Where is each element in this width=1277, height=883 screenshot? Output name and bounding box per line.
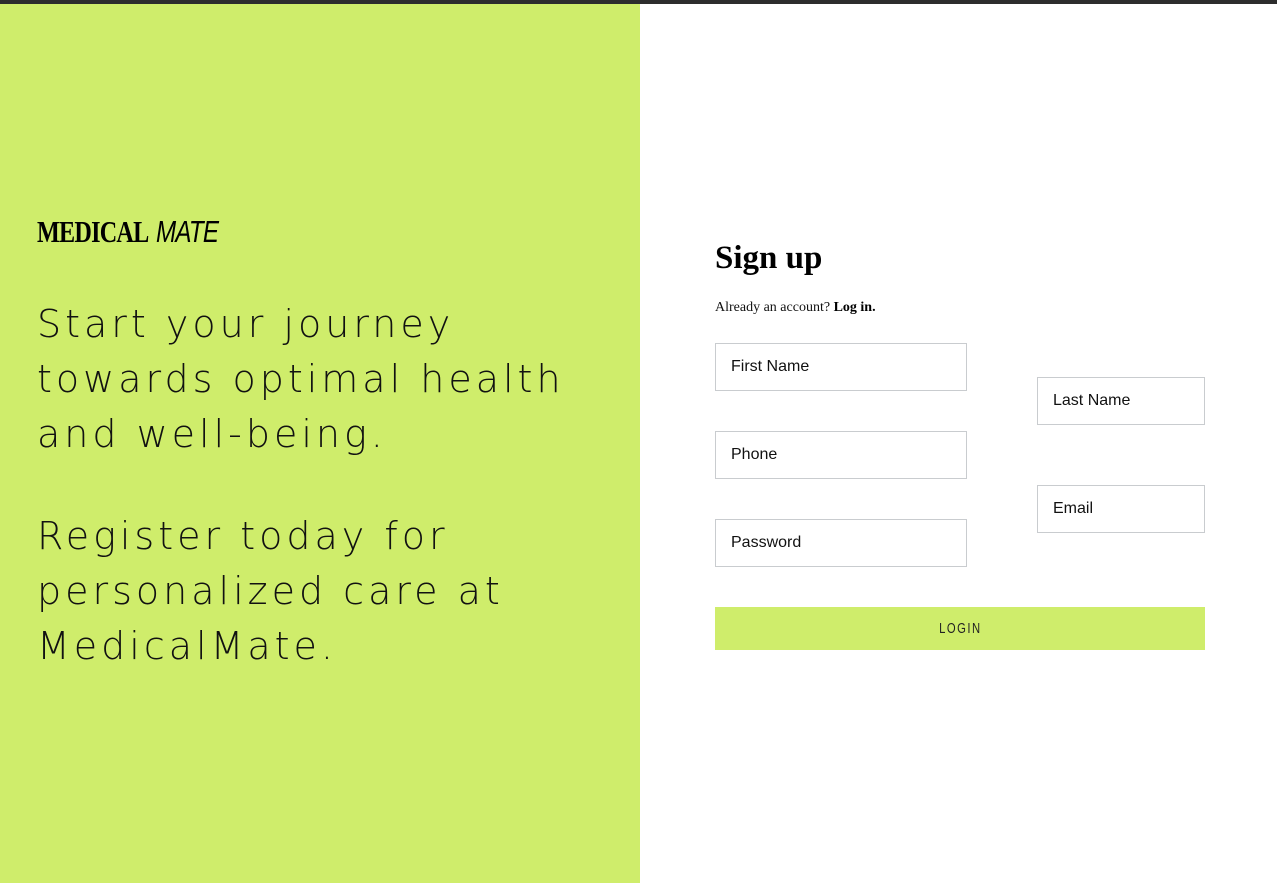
phone-input[interactable] — [715, 431, 967, 479]
account-prompt-text: Already an account? — [715, 300, 831, 315]
hero-panel: MEDICAL MATE Start your journey towards o… — [0, 4, 640, 883]
brand-logo-light: MATE — [155, 214, 219, 249]
hero-tagline: Start your journey towards optimal healt… — [37, 302, 565, 456]
first-name-input[interactable] — [715, 343, 967, 391]
email-input[interactable] — [1037, 485, 1205, 533]
account-prompt: Already an account? Log in. — [715, 298, 876, 318]
last-name-input[interactable] — [1037, 377, 1205, 425]
password-input[interactable] — [715, 519, 967, 567]
brand-logo-bold: MEDICAL — [37, 214, 149, 249]
signup-title: Sign up — [715, 240, 823, 276]
login-button-label: LOGIN — [938, 620, 982, 637]
login-button[interactable]: LOGIN — [715, 607, 1205, 650]
hero-register-text: Register today for personalized care at … — [37, 514, 504, 668]
login-link[interactable]: Log in. — [834, 300, 876, 315]
brand-logo: MEDICAL MATE — [37, 212, 236, 252]
